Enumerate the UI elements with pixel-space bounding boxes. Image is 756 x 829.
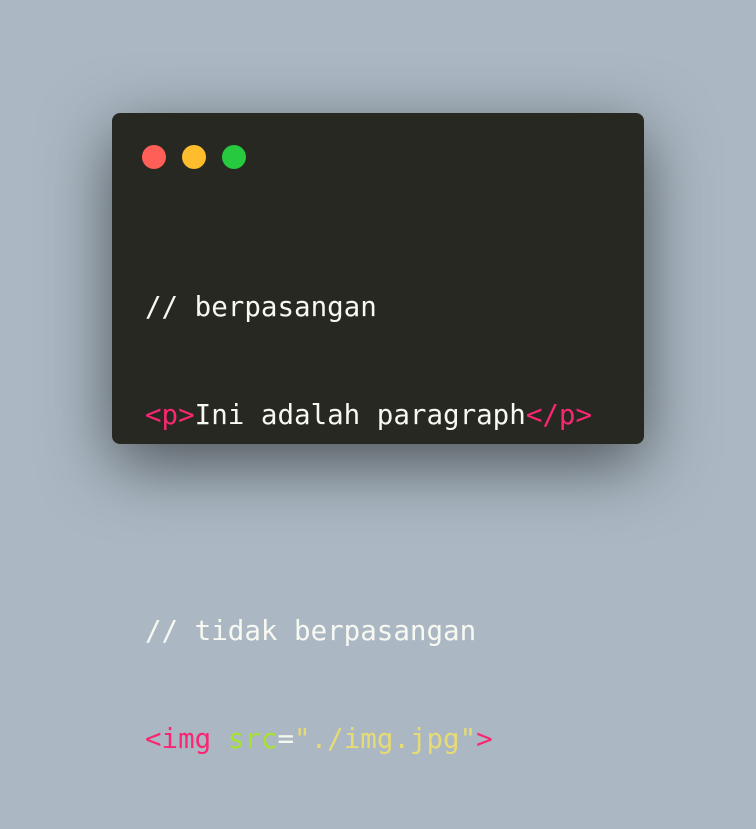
paragraph-text: Ini adalah paragraph xyxy=(194,399,526,431)
img-tag-close: > xyxy=(476,723,493,755)
img-tag-open: <img xyxy=(145,723,212,755)
maximize-dot-icon xyxy=(222,145,246,169)
attr-name: src xyxy=(227,723,278,755)
close-dot-icon xyxy=(142,145,166,169)
minimize-dot-icon xyxy=(182,145,206,169)
code-block: // berpasangan <p>Ini adalah paragraph</… xyxy=(145,217,592,829)
open-tag: <p> xyxy=(145,399,195,431)
code-comment: // tidak berpasangan xyxy=(145,615,477,647)
code-line-paragraph: <p>Ini adalah paragraph</p> xyxy=(145,397,592,433)
code-window: // berpasangan <p>Ini adalah paragraph</… xyxy=(112,113,644,755)
equals: = xyxy=(277,723,295,755)
code-comment: // berpasangan xyxy=(145,291,377,323)
close-tag: </p> xyxy=(525,399,593,431)
code-line-img: <img src="./img.jpg"> xyxy=(145,721,592,757)
attr-value: "./img.jpg" xyxy=(294,723,477,755)
